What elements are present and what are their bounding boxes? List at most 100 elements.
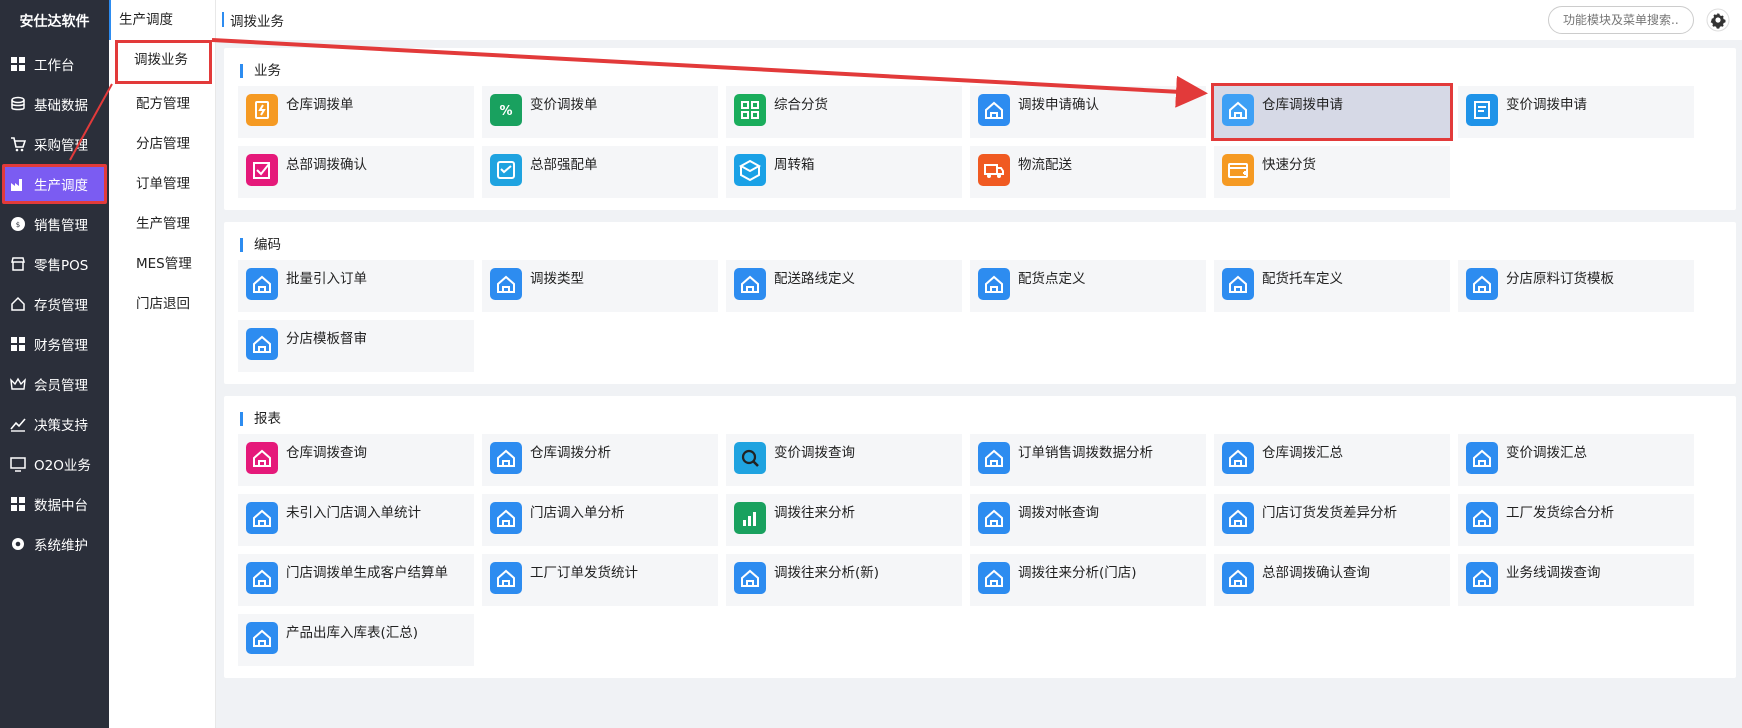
nav-item[interactable]: 零售POS xyxy=(0,244,109,284)
house-icon xyxy=(978,94,1010,126)
function-card[interactable]: 批量引入订单 xyxy=(238,260,474,312)
nav-item-label: 决策支持 xyxy=(34,418,88,434)
function-card[interactable]: 产品出库入库表(汇总) xyxy=(238,614,474,666)
function-card[interactable]: 工厂发货综合分析 xyxy=(1458,494,1694,546)
submenu-item[interactable]: 分店管理 xyxy=(109,124,215,164)
pink-house-icon xyxy=(246,442,278,474)
card-label: 仓库调拨分析 xyxy=(530,445,611,461)
card-label: 批量引入订单 xyxy=(286,271,367,287)
house-icon xyxy=(734,562,766,594)
card-label: 仓库调拨汇总 xyxy=(1262,445,1343,461)
svg-text:$: $ xyxy=(16,221,20,229)
function-card[interactable]: 总部调拨确认 xyxy=(238,146,474,198)
nav-item-label: 基础数据 xyxy=(34,98,88,114)
function-card[interactable]: 调拨申请确认 xyxy=(970,86,1206,138)
nav-item[interactable]: 存货管理 xyxy=(0,284,109,324)
blue-list-icon xyxy=(490,154,522,186)
section-title: 业务 xyxy=(238,60,1736,82)
nav-item[interactable]: 生产调度 xyxy=(2,164,107,204)
section-title: 编码 xyxy=(238,234,1736,256)
nav-item[interactable]: 采购管理 xyxy=(0,124,109,164)
function-card[interactable]: 分店模板督审 xyxy=(238,320,474,372)
house-icon xyxy=(490,268,522,300)
gear-icon xyxy=(10,536,26,552)
nav-item[interactable]: 工作台 xyxy=(0,44,109,84)
nav-item[interactable]: 数据中台 xyxy=(0,484,109,524)
function-card[interactable]: 周转箱 xyxy=(726,146,962,198)
breadcrumb: 调拨业务 xyxy=(222,10,284,30)
submenu-item[interactable]: 配方管理 xyxy=(109,84,215,124)
function-card[interactable]: 快速分货 xyxy=(1214,146,1450,198)
card-label: 调拨申请确认 xyxy=(1018,97,1099,113)
function-card[interactable]: 业务线调拨查询 xyxy=(1458,554,1694,606)
function-card[interactable]: 综合分货 xyxy=(726,86,962,138)
submenu-item[interactable]: 门店退回 xyxy=(109,284,215,324)
house-icon xyxy=(1466,268,1498,300)
nav-item-label: O2O业务 xyxy=(34,458,91,474)
function-card[interactable]: 总部强配单 xyxy=(482,146,718,198)
house-icon xyxy=(246,328,278,360)
sales-icon: $ xyxy=(10,216,26,232)
function-card[interactable]: 订单销售调拨数据分析 xyxy=(970,434,1206,486)
function-card[interactable]: 仓库调拨查询 xyxy=(238,434,474,486)
function-card[interactable]: 配货点定义 xyxy=(970,260,1206,312)
card-label: 配货点定义 xyxy=(1018,271,1086,287)
nav-item[interactable]: 系统维护 xyxy=(0,524,109,564)
nav-item[interactable]: 基础数据 xyxy=(0,84,109,124)
function-card[interactable]: 配货托车定义 xyxy=(1214,260,1450,312)
function-card[interactable]: 变价调拨汇总 xyxy=(1458,434,1694,486)
nav-item[interactable]: O2O业务 xyxy=(0,444,109,484)
function-card[interactable]: 调拨对帐查询 xyxy=(970,494,1206,546)
card-label: 物流配送 xyxy=(1018,157,1072,173)
gear-icon[interactable] xyxy=(1706,8,1730,32)
function-card[interactable]: 物流配送 xyxy=(970,146,1206,198)
main-sidebar: 安仕达软件 工作台 基础数据 采购管理 生产调度 $ 销售管理 零售POS 存货管理 财务管理会… xyxy=(0,0,109,728)
submenu-item[interactable]: 生产管理 xyxy=(109,204,215,244)
nav-item[interactable]: 会员管理 xyxy=(0,364,109,404)
function-card[interactable]: 调拨往来分析(新) xyxy=(726,554,962,606)
submenu-item[interactable]: 订单管理 xyxy=(109,164,215,204)
card-label: 门店调拨单生成客户结算单 xyxy=(286,565,448,581)
function-card[interactable]: 仓库调拨汇总 xyxy=(1214,434,1450,486)
card-label: 仓库调拨查询 xyxy=(286,445,367,461)
nav-item-label: 会员管理 xyxy=(34,378,88,394)
nav-item[interactable]: 财务管理 xyxy=(0,324,109,364)
section-coding: 编码 批量引入订单 调拨类型 配送路线定义 配货点定义 配货托车定义 分店原料订货模板分店… xyxy=(224,222,1736,384)
function-card[interactable]: 门店调入单分析 xyxy=(482,494,718,546)
function-card[interactable]: 总部调拨确认查询 xyxy=(1214,554,1450,606)
function-card[interactable]: 变价调拨查询 xyxy=(726,434,962,486)
function-card[interactable]: 调拨往来分析(门店) xyxy=(970,554,1206,606)
nav-item-label: 财务管理 xyxy=(34,338,88,354)
function-card[interactable]: 未引入门店调入单统计 xyxy=(238,494,474,546)
home-icon xyxy=(10,296,26,312)
function-card[interactable]: 变价调拨申请 xyxy=(1458,86,1694,138)
function-card[interactable]: 仓库调拨分析 xyxy=(482,434,718,486)
nav-item[interactable]: $ 销售管理 xyxy=(0,204,109,244)
house-icon xyxy=(246,268,278,300)
function-card[interactable]: 门店订货发货差异分析 xyxy=(1214,494,1450,546)
function-card[interactable]: 工厂订单发货统计 xyxy=(482,554,718,606)
card-grid: 仓库调拨查询 仓库调拨分析 变价调拨查询 订单销售调拨数据分析 仓库调拨汇总 变价调拨汇总… xyxy=(238,434,1736,666)
nav-item[interactable]: 决策支持 xyxy=(0,404,109,444)
card-grid: 批量引入订单 调拨类型 配送路线定义 配货点定义 配货托车定义 分店原料订货模板分店模板督… xyxy=(238,260,1736,372)
function-card[interactable]: 配送路线定义 xyxy=(726,260,962,312)
search-input[interactable] xyxy=(1548,6,1694,34)
function-card[interactable]: % 变价调拨单 xyxy=(482,86,718,138)
card-label: 调拨对帐查询 xyxy=(1018,505,1099,521)
card-label: 变价调拨单 xyxy=(530,97,598,113)
house-icon xyxy=(490,502,522,534)
function-card[interactable]: 仓库调拨单 xyxy=(238,86,474,138)
submenu-item[interactable]: MES管理 xyxy=(109,244,215,284)
card-label: 门店订货发货差异分析 xyxy=(1262,505,1397,521)
card-label: 总部强配单 xyxy=(530,157,598,173)
submenu-item[interactable]: 调拨业务 xyxy=(115,40,212,84)
house-icon xyxy=(246,502,278,534)
house-icon xyxy=(1222,562,1254,594)
function-card[interactable]: 调拨往来分析 xyxy=(726,494,962,546)
function-card[interactable]: 仓库调拨申请 xyxy=(1211,83,1453,141)
function-card[interactable]: 分店原料订货模板 xyxy=(1458,260,1694,312)
card-label: 快速分货 xyxy=(1262,157,1316,173)
function-card[interactable]: 门店调拨单生成客户结算单 xyxy=(238,554,474,606)
pink-check-icon xyxy=(246,154,278,186)
function-card[interactable]: 调拨类型 xyxy=(482,260,718,312)
